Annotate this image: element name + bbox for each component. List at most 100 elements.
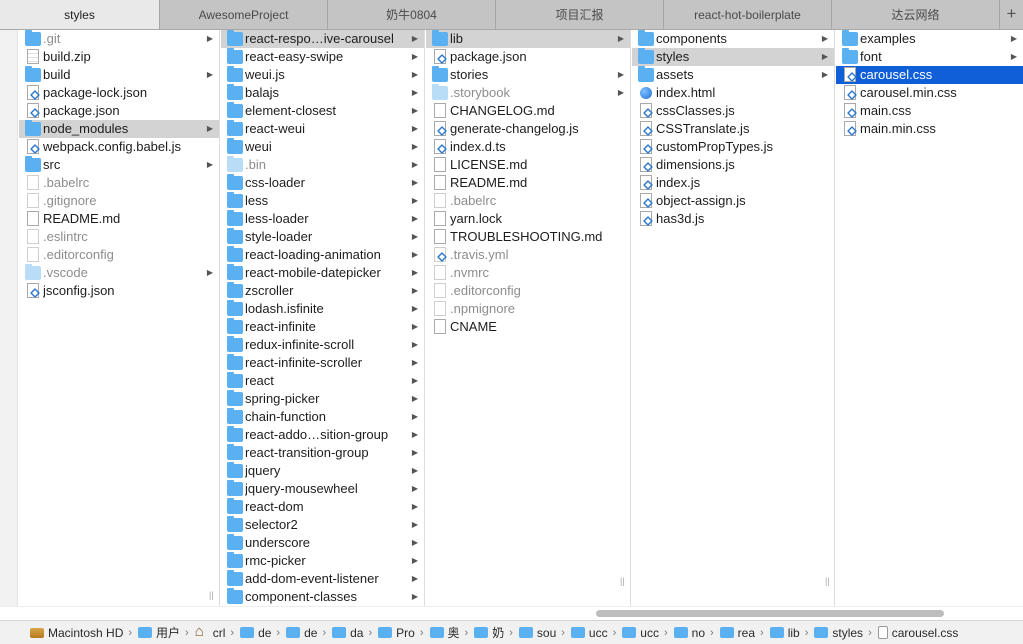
file-row[interactable]: CSSTranslate.js [632,120,834,138]
file-row[interactable]: CNAME [426,318,630,336]
folder-row[interactable]: balajs ▶ [221,84,424,102]
path-crumb[interactable]: ucc › [622,626,673,640]
tab-2[interactable]: 奶牛0804 [328,0,496,29]
folder-row[interactable]: node_modules ▶ [19,120,219,138]
folder-row[interactable]: weui.js ▶ [221,66,424,84]
file-row[interactable]: package.json [426,48,630,66]
folder-row[interactable]: jquery ▶ [221,462,424,480]
folder-row[interactable]: weui ▶ [221,138,424,156]
file-row[interactable]: carousel.css [836,66,1023,84]
folder-row[interactable]: react-weui ▶ [221,120,424,138]
file-row[interactable]: README.md [426,174,630,192]
file-row[interactable]: .gitignore [19,192,219,210]
path-crumb[interactable]: lib › [769,626,815,640]
file-row[interactable]: .eslintrc [19,228,219,246]
folder-row[interactable]: rmc-picker ▶ [221,552,424,570]
folder-row[interactable]: react-loading-animation ▶ [221,246,424,264]
tab-1[interactable]: AwesomeProject [160,0,328,29]
column-carousel-package[interactable]: lib ▶ package.json stories ▶ .storybook ▶ CHANG… [426,30,631,618]
file-row[interactable]: webpack.config.babel.js [19,138,219,156]
folder-row[interactable]: .bin ▶ [221,156,424,174]
folder-row[interactable]: element-closest ▶ [221,102,424,120]
tab-0[interactable]: styles [0,0,160,29]
file-row[interactable]: .babelrc [426,192,630,210]
folder-row[interactable]: react-infinite-scroller ▶ [221,354,424,372]
folder-row[interactable]: style-loader ▶ [221,228,424,246]
path-crumb[interactable]: carousel.css [877,626,958,640]
file-row[interactable]: yarn.lock [426,210,630,228]
folder-row[interactable]: selector2 ▶ [221,516,424,534]
folder-row[interactable]: lodash.isfinite ▶ [221,300,424,318]
folder-row[interactable]: src ▶ [19,156,219,174]
horizontal-scrollbar[interactable] [0,606,1023,618]
folder-row[interactable]: zscroller ▶ [221,282,424,300]
folder-row[interactable]: examples ▶ [836,30,1023,48]
file-row[interactable]: .editorconfig [19,246,219,264]
column-project-root[interactable]: .git ▶ build.zip build ▶ package-lock.json pac… [19,30,220,618]
folder-row[interactable]: build ▶ [19,66,219,84]
path-crumb[interactable]: de › [286,626,332,640]
column-node-modules[interactable]: react-respo…ive-carousel ▶ react-easy-swip… [221,30,425,618]
path-crumb[interactable]: rea › [719,626,770,640]
folder-row[interactable]: spring-picker ▶ [221,390,424,408]
path-crumb[interactable]: 用户 › [138,624,195,641]
folder-row[interactable]: underscore ▶ [221,534,424,552]
path-crumb[interactable]: crl › [195,623,240,640]
folder-row[interactable]: lib ▶ [426,30,630,48]
file-row[interactable]: build.zip [19,48,219,66]
file-row[interactable]: main.min.css [836,120,1023,138]
folder-row[interactable]: .storybook ▶ [426,84,630,102]
path-crumb[interactable]: 奶 › [474,624,519,641]
path-crumb[interactable]: styles › [814,626,877,640]
folder-row[interactable]: react-dom ▶ [221,498,424,516]
file-row[interactable]: .babelrc [19,174,219,192]
folder-row[interactable]: less-loader ▶ [221,210,424,228]
folder-row[interactable]: react-mobile-datepicker ▶ [221,264,424,282]
folder-row[interactable]: react-infinite ▶ [221,318,424,336]
file-row[interactable]: carousel.min.css [836,84,1023,102]
file-row[interactable]: jsconfig.json [19,282,219,300]
file-row[interactable]: has3d.js [632,210,834,228]
folder-row[interactable]: jquery-mousewheel ▶ [221,480,424,498]
horizontal-scrollbar-thumb[interactable] [596,610,944,617]
file-row[interactable]: .nvmrc [426,264,630,282]
file-row[interactable]: LICENSE.md [426,156,630,174]
file-row[interactable]: TROUBLESHOOTING.md [426,228,630,246]
tab-5[interactable]: 达云网络 [832,0,1000,29]
file-row[interactable]: cssClasses.js [632,102,834,120]
column-styles[interactable]: examples ▶ font ▶ carousel.css carousel.min.c… [836,30,1023,618]
folder-row[interactable]: react-transition-group ▶ [221,444,424,462]
folder-row[interactable]: assets ▶ [632,66,834,84]
file-row[interactable]: .editorconfig [426,282,630,300]
folder-row[interactable]: react-respo…ive-carousel ▶ [221,30,424,48]
file-row[interactable]: dimensions.js [632,156,834,174]
add-tab-button[interactable]: + [1000,0,1023,29]
folder-row[interactable]: css-loader ▶ [221,174,424,192]
folder-row[interactable]: react ▶ [221,372,424,390]
folder-row[interactable]: font ▶ [836,48,1023,66]
folder-row[interactable]: less ▶ [221,192,424,210]
file-row[interactable]: .travis.yml [426,246,630,264]
path-crumb[interactable]: Pro › [378,626,429,640]
file-row[interactable]: CHANGELOG.md [426,102,630,120]
file-row[interactable]: index.html [632,84,834,102]
file-row[interactable]: generate-changelog.js [426,120,630,138]
file-row[interactable]: customPropTypes.js [632,138,834,156]
folder-row[interactable]: react-easy-swipe ▶ [221,48,424,66]
path-crumb[interactable]: sou › [518,626,571,640]
folder-row[interactable]: chain-function ▶ [221,408,424,426]
folder-row[interactable]: .git ▶ [19,30,219,48]
column-lib[interactable]: components ▶ styles ▶ assets ▶ index.html cssCl… [632,30,835,618]
file-row[interactable]: index.js [632,174,834,192]
file-row[interactable]: object-assign.js [632,192,834,210]
path-crumb[interactable]: de › [240,626,286,640]
file-row[interactable]: README.md [19,210,219,228]
path-crumb[interactable]: Macintosh HD › [30,626,138,640]
file-row[interactable]: package.json [19,102,219,120]
path-crumb[interactable]: da › [332,626,378,640]
file-row[interactable]: index.d.ts [426,138,630,156]
path-crumb[interactable]: ucc › [570,626,622,640]
folder-row[interactable]: components ▶ [632,30,834,48]
tab-4[interactable]: react-hot-boilerplate [664,0,832,29]
tab-3[interactable]: 项目汇报 [496,0,664,29]
